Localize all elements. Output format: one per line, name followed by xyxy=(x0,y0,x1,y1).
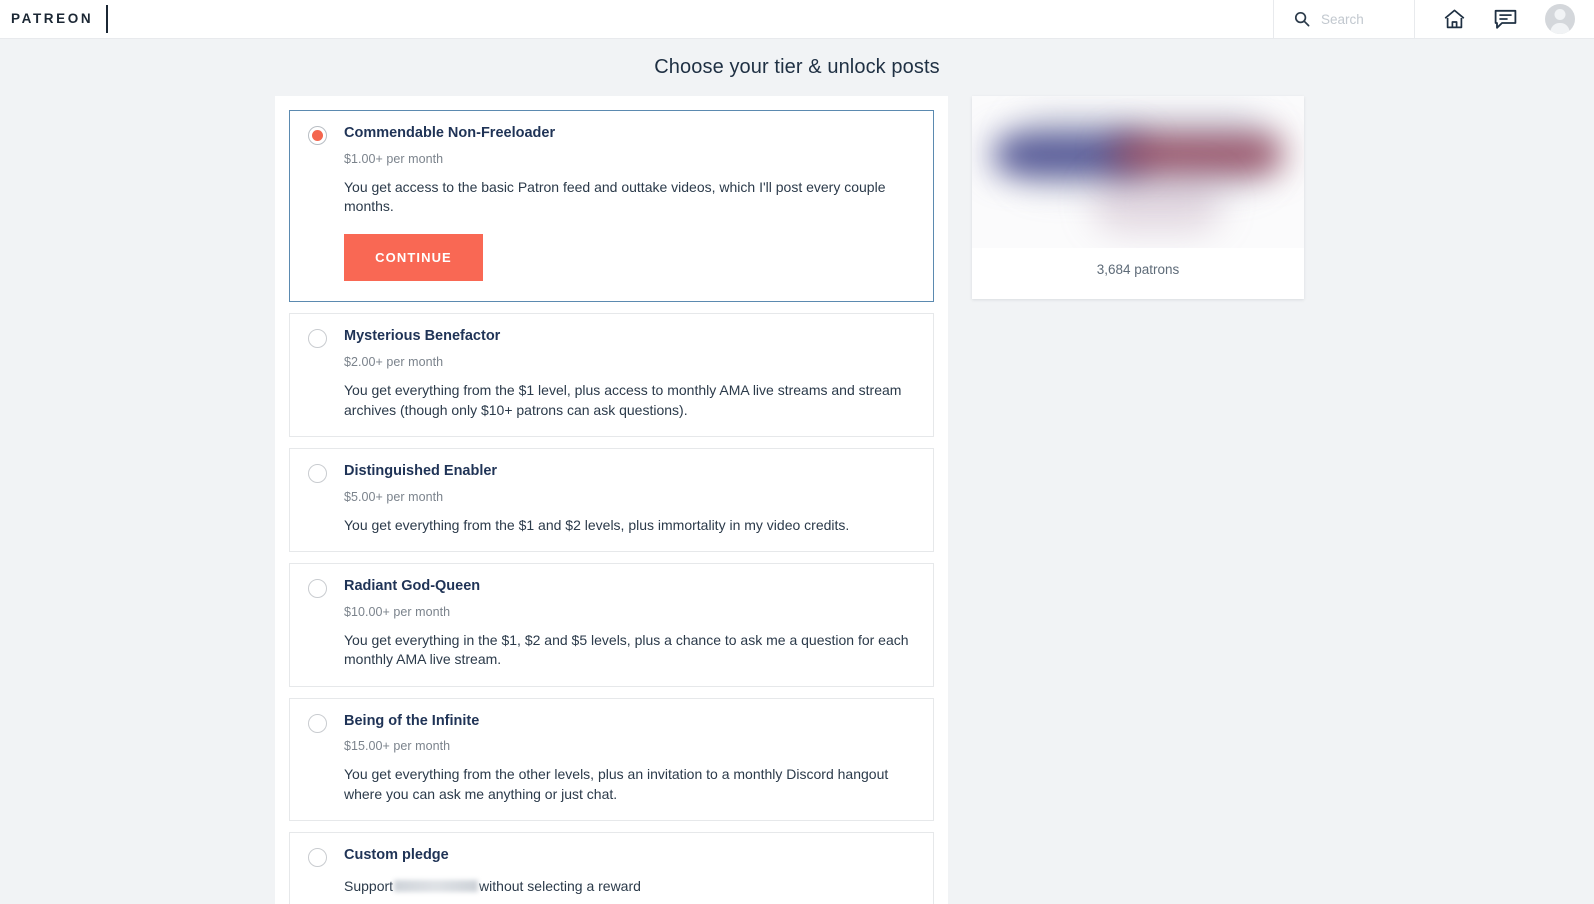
tier-body: Commendable Non-Freeloader $1.00+ per mo… xyxy=(344,124,915,282)
radio-button[interactable] xyxy=(308,329,327,349)
patreon-logo[interactable]: PATREON xyxy=(11,12,93,26)
creator-card: 3,684 patrons xyxy=(972,96,1304,299)
tier-body: Custom pledge Support without selecting a… xyxy=(344,846,915,896)
support-suffix: without selecting a reward xyxy=(479,877,641,894)
banner-blur-region xyxy=(1092,174,1222,232)
tier-price: $10.00+ per month xyxy=(344,604,451,619)
avatar[interactable] xyxy=(1545,4,1575,34)
tier-description: You get everything from the other levels… xyxy=(344,766,889,802)
tier-name: Distinguished Enabler xyxy=(344,462,498,479)
tier-price: $5.00+ per month xyxy=(344,489,444,504)
tier-price: $1.00+ per month xyxy=(344,151,444,166)
tier-card[interactable]: Radiant God-Queen $10.00+ per month You … xyxy=(289,563,934,687)
main-content: Commendable Non-Freeloader $1.00+ per mo… xyxy=(0,96,1594,904)
radio-button[interactable] xyxy=(308,579,327,599)
brand-zone: PATREON xyxy=(0,0,109,38)
home-icon[interactable] xyxy=(1443,8,1466,30)
banner-blur-region xyxy=(1112,138,1282,170)
tier-card[interactable]: Mysterious Benefactor $2.00+ per month Y… xyxy=(289,313,934,437)
tier-name: Radiant God-Queen xyxy=(344,578,481,595)
radio-button[interactable] xyxy=(308,713,327,733)
tier-description: You get everything from the $1 and $2 le… xyxy=(344,516,850,533)
tier-description: You get access to the basic Patron feed … xyxy=(344,178,886,215)
tier-card[interactable]: Distinguished Enabler $5.00+ per month Y… xyxy=(289,447,934,553)
tier-radio-wrap[interactable] xyxy=(308,327,344,419)
tier-radio-wrap[interactable] xyxy=(308,462,344,535)
search-box[interactable] xyxy=(1273,0,1415,38)
radio-button-selected[interactable] xyxy=(308,126,327,145)
tier-radio-wrap[interactable] xyxy=(308,846,344,896)
continue-button[interactable]: CONTINUE xyxy=(344,234,483,282)
support-prefix: Support xyxy=(344,877,394,894)
creator-banner-redacted xyxy=(972,96,1304,248)
tier-price: $15.00+ per month xyxy=(344,739,451,754)
tier-radio-wrap[interactable] xyxy=(308,712,344,804)
tier-name: Being of the Infinite xyxy=(344,712,480,729)
custom-pledge-description: Support without selecting a reward xyxy=(344,877,915,896)
search-icon xyxy=(1294,11,1310,27)
tier-price: $2.00+ per month xyxy=(344,355,444,370)
nav-icon-group xyxy=(1415,0,1594,38)
tier-body: Being of the Infinite $15.00+ per month … xyxy=(344,712,915,804)
custom-pledge-title: Custom pledge xyxy=(344,847,449,864)
tier-body: Distinguished Enabler $5.00+ per month Y… xyxy=(344,462,915,535)
tier-card[interactable]: Commendable Non-Freeloader $1.00+ per mo… xyxy=(289,110,934,303)
tier-description: You get everything in the $1, $2 and $5 … xyxy=(344,631,909,668)
radio-button[interactable] xyxy=(308,463,327,483)
custom-pledge-card[interactable]: Custom pledge Support without selecting a… xyxy=(289,832,934,904)
tier-list-panel: Commendable Non-Freeloader $1.00+ per mo… xyxy=(275,96,948,904)
tier-card[interactable]: Being of the Infinite $15.00+ per month … xyxy=(289,697,934,822)
radio-button[interactable] xyxy=(308,848,327,868)
tier-radio-wrap[interactable] xyxy=(308,577,344,669)
tier-name: Mysterious Benefactor xyxy=(344,328,501,345)
message-icon[interactable] xyxy=(1494,9,1517,30)
patron-count: 3,684 patrons xyxy=(1096,262,1180,277)
tier-body: Radiant God-Queen $10.00+ per month You … xyxy=(344,577,915,669)
radio-dot xyxy=(312,130,323,141)
creator-name-redacted xyxy=(394,879,479,892)
tier-body: Mysterious Benefactor $2.00+ per month Y… xyxy=(344,327,915,419)
tier-radio-wrap[interactable] xyxy=(308,124,344,281)
tier-name: Commendable Non-Freeloader xyxy=(344,125,556,141)
tier-description: You get everything from the $1 level, pl… xyxy=(344,382,902,418)
top-navigation-bar: PATREON xyxy=(0,0,1594,39)
page-title: Choose your tier & unlock posts xyxy=(654,56,940,78)
search-input[interactable] xyxy=(1321,11,1405,27)
